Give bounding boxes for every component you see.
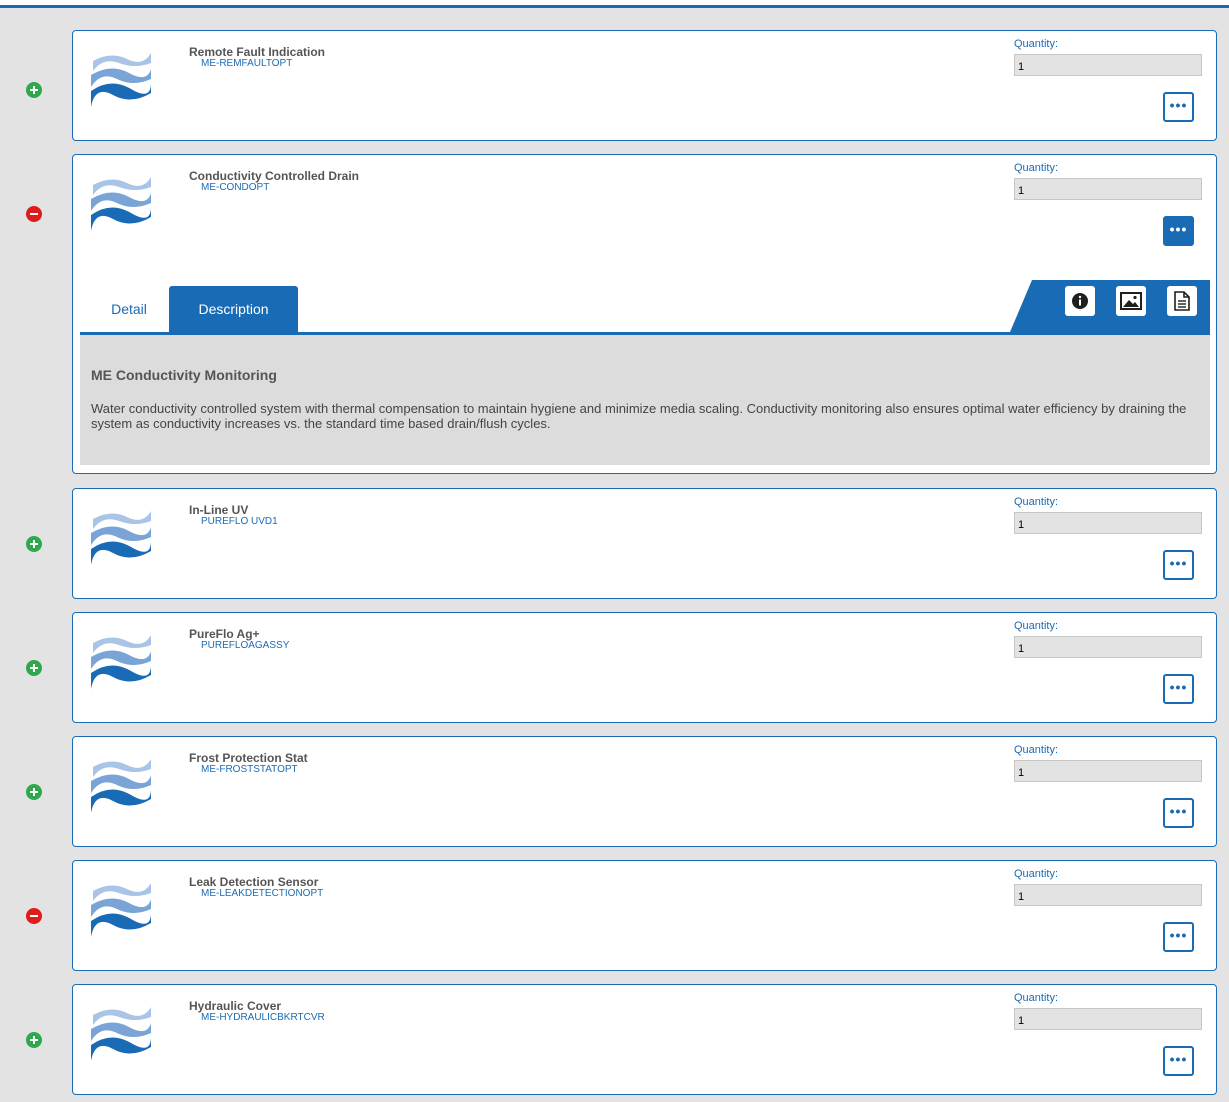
more-options-button[interactable]: ••• — [1163, 922, 1194, 952]
top-border — [0, 0, 1229, 8]
option-row: Conductivity Controlled Drain ME-CONDOPT… — [0, 148, 1229, 482]
tab-detail[interactable]: Detail — [92, 286, 166, 332]
wave-logo-icon — [91, 1007, 151, 1061]
quantity-label: Quantity: — [1014, 744, 1059, 756]
wave-logo-icon — [91, 635, 151, 689]
option-card: In-Line UV PUREFLO UVD1 Quantity: ••• — [72, 488, 1217, 599]
quantity-label: Quantity: — [1014, 496, 1059, 508]
more-options-button[interactable]: ••• — [1163, 1046, 1194, 1076]
minus-circle-icon[interactable] — [26, 908, 42, 924]
quantity-label: Quantity: — [1014, 992, 1059, 1004]
plus-circle-icon[interactable] — [26, 82, 42, 98]
more-options-button[interactable]: ••• — [1163, 216, 1194, 246]
option-card: Hydraulic Cover ME-HYDRAULICBKRTCVR Quan… — [72, 984, 1217, 1095]
wave-logo-icon — [91, 511, 151, 565]
wave-logo-icon — [91, 53, 151, 107]
option-row: Frost Protection Stat ME-FROSTSTATOPT Qu… — [0, 730, 1229, 854]
detail-tabs: Detail Description — [80, 278, 1210, 335]
more-options-button[interactable]: ••• — [1163, 550, 1194, 580]
wave-logo-icon — [91, 883, 151, 937]
plus-circle-icon[interactable] — [26, 784, 42, 800]
option-list: Remote Fault Indication ME-REMFAULTOPT Q… — [0, 24, 1229, 1102]
option-card: Frost Protection Stat ME-FROSTSTATOPT Qu… — [72, 736, 1217, 847]
image-icon[interactable] — [1116, 286, 1146, 316]
option-name: In-Line UV — [189, 503, 249, 517]
more-options-button[interactable]: ••• — [1163, 798, 1194, 828]
option-row: In-Line UV PUREFLO UVD1 Quantity: ••• — [0, 482, 1229, 606]
quantity-input[interactable] — [1014, 178, 1202, 200]
wave-logo-icon — [91, 177, 151, 231]
tool-strip — [1010, 278, 1210, 332]
quantity-input[interactable] — [1014, 760, 1202, 782]
more-options-button[interactable]: ••• — [1163, 674, 1194, 704]
option-name: Conductivity Controlled Drain — [189, 169, 360, 183]
minus-circle-icon[interactable] — [26, 206, 42, 222]
quantity-input[interactable] — [1014, 512, 1202, 534]
option-code: ME-HYDRAULICBKRTCVR — [201, 1012, 325, 1023]
option-row: Leak Detection Sensor ME-LEAKDETECTIONOP… — [0, 854, 1229, 978]
quantity-label: Quantity: — [1014, 620, 1059, 632]
description-text: Water conductivity controlled system wit… — [91, 401, 1187, 431]
option-name: Leak Detection Sensor — [189, 875, 319, 889]
option-code: PUREFLOAGASSY — [201, 640, 290, 651]
option-card: Conductivity Controlled Drain ME-CONDOPT… — [72, 154, 1217, 474]
option-code: ME-LEAKDETECTIONOPT — [201, 888, 324, 899]
tab-description[interactable]: Description — [169, 286, 298, 332]
quantity-label: Quantity: — [1014, 38, 1059, 50]
quantity-label: Quantity: — [1014, 162, 1059, 174]
description-title: ME Conductivity Monitoring — [91, 367, 277, 383]
more-options-button[interactable]: ••• — [1163, 92, 1194, 122]
plus-circle-icon[interactable] — [26, 660, 42, 676]
option-row: Hydraulic Cover ME-HYDRAULICBKRTCVR Quan… — [0, 978, 1229, 1102]
quantity-label: Quantity: — [1014, 868, 1059, 880]
plus-circle-icon[interactable] — [26, 536, 42, 552]
option-card: Leak Detection Sensor ME-LEAKDETECTIONOP… — [72, 860, 1217, 971]
option-name: Remote Fault Indication — [189, 45, 326, 59]
option-code: ME-REMFAULTOPT — [201, 58, 293, 69]
quantity-input[interactable] — [1014, 636, 1202, 658]
plus-circle-icon[interactable] — [26, 1032, 42, 1048]
option-card: PureFlo Ag+ PUREFLOAGASSY Quantity: ••• — [72, 612, 1217, 723]
quantity-input[interactable] — [1014, 54, 1202, 76]
option-code: PUREFLO UVD1 — [201, 516, 278, 527]
option-name: PureFlo Ag+ — [189, 627, 260, 641]
option-name: Frost Protection Stat — [189, 751, 308, 765]
quantity-input[interactable] — [1014, 884, 1202, 906]
option-code: ME-FROSTSTATOPT — [201, 764, 298, 775]
option-row: Remote Fault Indication ME-REMFAULTOPT Q… — [0, 24, 1229, 148]
document-icon[interactable] — [1167, 286, 1197, 316]
option-row: PureFlo Ag+ PUREFLOAGASSY Quantity: ••• — [0, 606, 1229, 730]
description-panel: ME Conductivity Monitoring Water conduct… — [80, 335, 1210, 465]
option-name: Hydraulic Cover — [189, 999, 282, 1013]
quantity-input[interactable] — [1014, 1008, 1202, 1030]
option-card: Remote Fault Indication ME-REMFAULTOPT Q… — [72, 30, 1217, 141]
wave-logo-icon — [91, 759, 151, 813]
option-code: ME-CONDOPT — [201, 182, 270, 193]
info-icon[interactable] — [1065, 286, 1095, 316]
